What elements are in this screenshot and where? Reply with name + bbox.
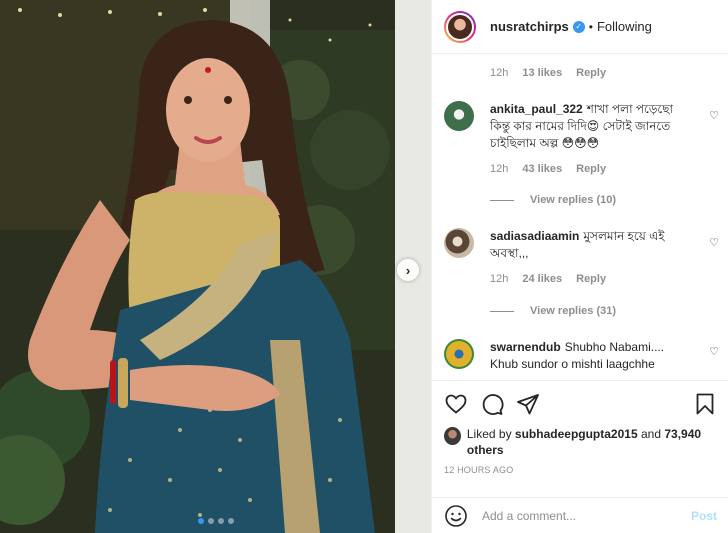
photo-artwork: [0, 0, 431, 533]
carousel-indicator: [198, 518, 234, 524]
comment-item: ankita_paul_322 শাখা পলা পড়েছো কিন্তু কা…: [444, 101, 724, 152]
post-timestamp[interactable]: 12 HOURS AGO: [444, 465, 513, 475]
post-actions-bar: [432, 380, 728, 420]
likes-and: and: [640, 427, 661, 441]
header-separator: •: [588, 19, 593, 34]
view-replies-button[interactable]: View replies (10): [490, 194, 616, 206]
verified-badge-icon: ✓: [572, 20, 585, 33]
commenter-username[interactable]: ankita_paul_322: [490, 102, 583, 116]
comment-time: 12h: [490, 67, 509, 79]
comment-likes[interactable]: 24 likes: [522, 273, 562, 285]
comment-body: swarnendub Shubho Nabami.... Khub sundor …: [490, 339, 692, 373]
post-side-panel: nusratchirps ✓ • Following 12h 13 likes …: [431, 0, 728, 533]
comment-icon[interactable]: [480, 392, 504, 416]
commenter-username[interactable]: swarnendub: [490, 340, 561, 354]
comment-meta: 12h 13 likes Reply: [490, 67, 606, 79]
replies-divider: [490, 310, 514, 312]
author-avatar[interactable]: [444, 10, 476, 43]
likes-summary: Liked by subhadeepgupta2015 and 73,940 o…: [444, 426, 724, 458]
author-username[interactable]: nusratchirps: [490, 19, 569, 34]
comment-likes[interactable]: 13 likes: [522, 67, 562, 79]
comment-time: 12h: [490, 163, 509, 175]
commenter-username[interactable]: sadiasadiaamin: [490, 229, 579, 243]
comment-body: sadiasadiaamin মুসলমান হয়ে এই অবস্থা,,,: [490, 228, 692, 262]
like-heart-icon[interactable]: [444, 392, 468, 416]
comments-list[interactable]: 12h 13 likes Reply ankita_paul_322 শাখা প…: [432, 55, 728, 380]
carousel-dot: [198, 518, 204, 524]
comment-reply-button[interactable]: Reply: [576, 163, 606, 175]
commenter-avatar[interactable]: [444, 228, 474, 258]
following-button[interactable]: Following: [597, 19, 652, 34]
comment-like-heart-icon[interactable]: ♡: [709, 109, 719, 122]
bookmark-icon[interactable]: [693, 392, 717, 416]
comment-meta: 12h 24 likes Reply: [490, 273, 606, 285]
comment-reply-button[interactable]: Reply: [576, 273, 606, 285]
post-header: nusratchirps ✓ • Following: [432, 0, 728, 54]
commenter-avatar[interactable]: [444, 339, 474, 369]
liker-avatar[interactable]: [444, 427, 461, 445]
likes-text: Liked by subhadeepgupta2015 and 73,940 o…: [467, 426, 724, 458]
comment-likes[interactable]: 43 likes: [522, 163, 562, 175]
comment-body: ankita_paul_322 শাখা পলা পড়েছো কিন্তু কা…: [490, 101, 692, 152]
emoji-icon[interactable]: [444, 504, 468, 528]
carousel-dot: [208, 518, 214, 524]
likes-prefix: Liked by: [466, 427, 512, 441]
liker-username[interactable]: subhadeepgupta2015: [515, 427, 638, 441]
view-replies-button[interactable]: View replies (31): [490, 305, 616, 317]
view-replies-label: View replies (31): [530, 305, 617, 317]
comment-reply-button[interactable]: Reply: [576, 67, 606, 79]
comment-like-heart-icon[interactable]: ♡: [709, 236, 719, 249]
commenter-avatar[interactable]: [444, 101, 474, 131]
post-photo[interactable]: ›: [0, 0, 431, 533]
carousel-dot: [218, 518, 224, 524]
share-icon[interactable]: [516, 392, 540, 416]
add-comment-bar: Post: [432, 497, 728, 533]
replies-divider: [490, 199, 514, 201]
comment-time: 12h: [490, 273, 509, 285]
comment-item: swarnendub Shubho Nabami.... Khub sundor …: [444, 339, 724, 373]
comment-meta: 12h 43 likes Reply: [490, 163, 606, 175]
chevron-right-icon: ›: [405, 262, 411, 278]
carousel-dot: [228, 518, 234, 524]
comment-like-heart-icon[interactable]: ♡: [709, 345, 719, 358]
carousel-next-button[interactable]: ›: [397, 259, 419, 281]
post-comment-button[interactable]: Post: [691, 509, 717, 523]
add-comment-input[interactable]: [482, 508, 691, 523]
comment-item: sadiasadiaamin মুসলমান হয়ে এই অবস্থা,,,: [444, 228, 724, 262]
view-replies-label: View replies (10): [530, 194, 617, 206]
